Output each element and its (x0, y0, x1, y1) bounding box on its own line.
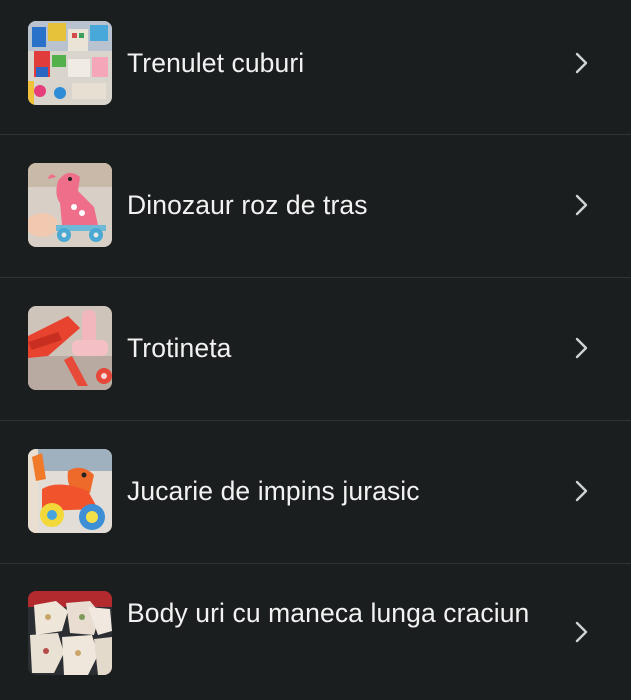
list-item-trenulet-cuburi[interactable]: Trenulet cuburi (0, 0, 631, 134)
item-thumbnail-bodysuits (28, 591, 112, 675)
list-item-trotineta[interactable]: Trotineta (0, 278, 631, 420)
item-label: Jucarie de impins jurasic (127, 476, 420, 506)
item-label: Trenulet cuburi (127, 48, 305, 78)
chevron-right-icon (569, 336, 593, 360)
item-thumbnail-dinosaur (28, 163, 112, 247)
item-label: Trotineta (127, 333, 232, 363)
item-thumbnail-push-toy (28, 449, 112, 533)
list-item-jucarie-jurasic[interactable]: Jucarie de impins jurasic (0, 421, 631, 563)
item-thumbnail-train (28, 21, 112, 105)
item-label: Body uri cu maneca lunga craciun (127, 598, 530, 628)
chevron-right-icon (569, 479, 593, 503)
list-item-body-uri-craciun[interactable]: Body uri cu maneca lunga craciun (0, 564, 631, 700)
chevron-right-icon (569, 620, 593, 644)
item-label: Dinozaur roz de tras (127, 190, 368, 220)
list-item-dinozaur-roz[interactable]: Dinozaur roz de tras (0, 135, 631, 277)
chevron-right-icon (569, 193, 593, 217)
item-thumbnail-scooter (28, 306, 112, 390)
product-list: Trenulet cuburi Dinozaur roz de tras Tro… (0, 0, 631, 700)
chevron-right-icon (569, 51, 593, 75)
